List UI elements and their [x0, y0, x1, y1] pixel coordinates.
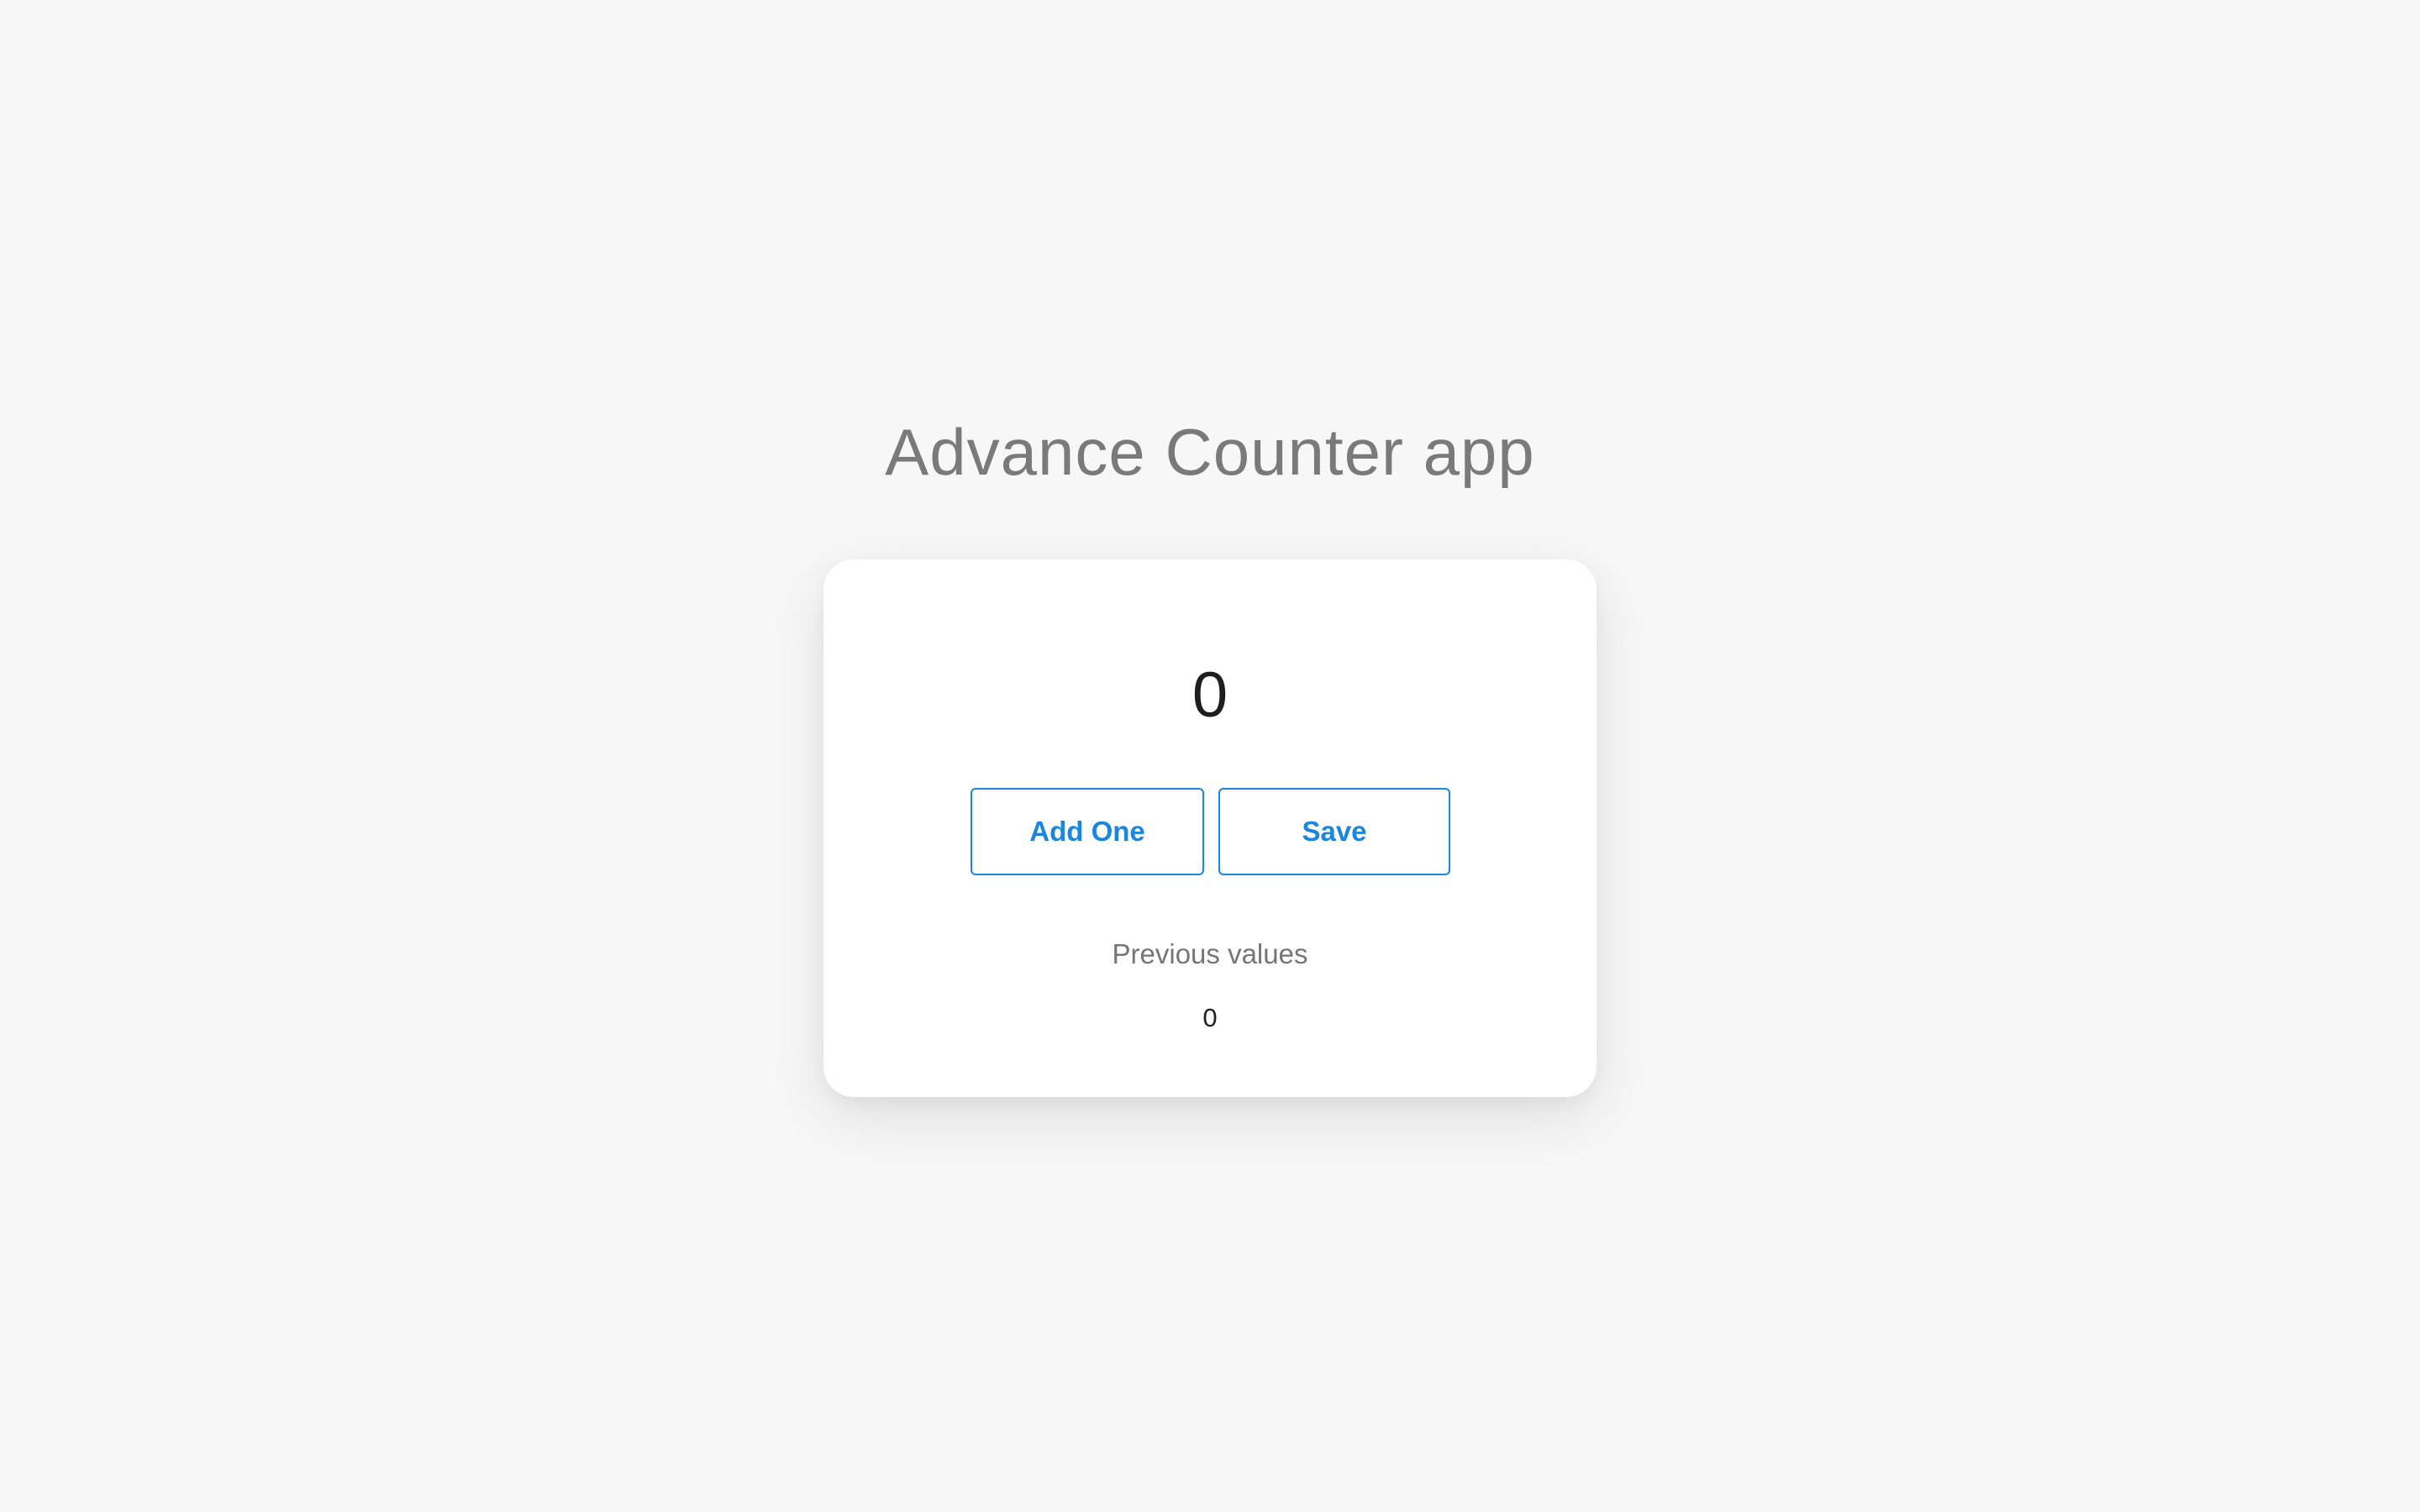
previous-values-heading: Previous values [1112, 938, 1308, 969]
previous-values-list: 0 [823, 1000, 1597, 1037]
save-button[interactable]: Save [1218, 788, 1450, 875]
counter-value: 0 [1192, 659, 1228, 731]
page-title: Advance Counter app [885, 415, 1535, 489]
add-one-button[interactable]: Add One [971, 788, 1204, 875]
counter-card: 0 Add One Save Previous values 0 [823, 559, 1597, 1097]
previous-value-item: 0 [1202, 1003, 1218, 1032]
